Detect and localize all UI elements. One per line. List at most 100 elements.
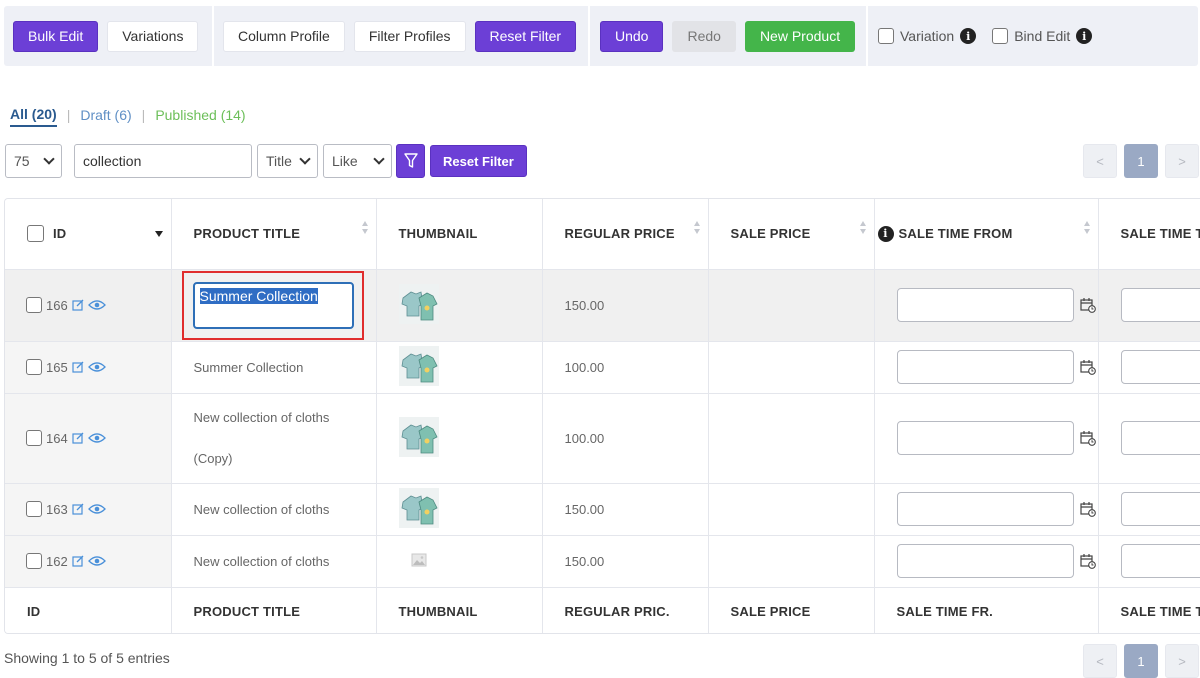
field-select[interactable]: Title: [257, 144, 318, 178]
sale-from-input[interactable]: [896, 492, 1074, 526]
row-checkbox[interactable]: [26, 553, 42, 569]
prev-page-button[interactable]: <: [1083, 644, 1117, 678]
title-cell[interactable]: New collection of cloths: [171, 483, 377, 536]
eye-icon[interactable]: [87, 361, 106, 373]
header-regular-price[interactable]: REGULAR PRICE: [542, 199, 709, 270]
sale-to-input[interactable]: [1120, 350, 1200, 384]
row-checkbox[interactable]: [26, 501, 42, 517]
sort-icon[interactable]: [693, 221, 700, 234]
sale-from-input[interactable]: [896, 288, 1074, 322]
regular-price-cell[interactable]: 100.00: [542, 341, 709, 394]
undo-button[interactable]: Undo: [600, 20, 664, 52]
clothing-thumbnail-icon[interactable]: [398, 416, 439, 457]
bind-edit-checkbox[interactable]: [992, 28, 1009, 44]
thumbnail-cell[interactable]: [376, 483, 543, 536]
table-row[interactable]: 166 Summer Collection 150.00: [5, 269, 1200, 342]
thumbnail-cell[interactable]: [376, 341, 543, 394]
calendar-icon[interactable]: [1079, 553, 1096, 569]
clothing-thumbnail-icon[interactable]: [398, 487, 439, 528]
next-page-button[interactable]: >: [1165, 644, 1199, 678]
regular-price-cell[interactable]: 150.00: [542, 535, 709, 588]
image-placeholder-icon[interactable]: [411, 553, 427, 567]
filter-profiles-button[interactable]: Filter Profiles: [353, 20, 466, 52]
title-edit-input[interactable]: Summer Collection: [192, 281, 354, 329]
regular-price-cell[interactable]: 150.00: [542, 483, 709, 536]
header-id[interactable]: ID: [5, 199, 172, 270]
sale-from-input[interactable]: [896, 421, 1074, 455]
calendar-icon[interactable]: [1079, 359, 1096, 375]
table-row[interactable]: 163 New collection of cloths 150.00: [5, 483, 1200, 536]
bulk-edit-button[interactable]: Bulk Edit: [13, 20, 99, 52]
sort-icon[interactable]: [1083, 221, 1090, 234]
row-checkbox[interactable]: [26, 359, 42, 375]
edit-icon[interactable]: [72, 555, 84, 567]
sort-icon[interactable]: [361, 221, 368, 234]
info-icon[interactable]: i: [877, 225, 894, 242]
header-sale-time-to[interactable]: SALE TIME T: [1098, 199, 1200, 270]
calendar-icon[interactable]: [1079, 501, 1096, 517]
reset-filter-small-button[interactable]: Reset Filter: [430, 145, 527, 177]
thumbnail-cell[interactable]: [376, 535, 543, 588]
row-checkbox[interactable]: [26, 430, 42, 446]
sale-from-input[interactable]: [896, 350, 1074, 384]
select-all-checkbox[interactable]: [27, 225, 44, 243]
info-icon[interactable]: i: [960, 28, 977, 44]
sale-price-cell[interactable]: [708, 393, 875, 484]
redo-button[interactable]: Redo: [672, 20, 736, 52]
thumbnail-cell[interactable]: [376, 393, 543, 484]
variation-checkbox[interactable]: [878, 28, 894, 44]
next-page-button[interactable]: >: [1165, 144, 1199, 178]
page-1-button[interactable]: 1: [1124, 144, 1158, 178]
eye-icon[interactable]: [87, 299, 106, 311]
tab-published[interactable]: Published (14): [155, 107, 245, 126]
sale-to-input[interactable]: [1120, 288, 1200, 322]
regular-price-cell[interactable]: 100.00: [542, 393, 709, 484]
info-icon[interactable]: i: [1076, 28, 1093, 44]
sale-from-input[interactable]: [896, 544, 1074, 578]
table-row[interactable]: 164 New collection of cloths (Copy) 100.…: [5, 393, 1200, 484]
operator-select[interactable]: Like: [323, 144, 392, 178]
sale-price-cell[interactable]: [708, 535, 875, 588]
filter-button[interactable]: [396, 144, 425, 178]
calendar-icon[interactable]: [1079, 430, 1096, 446]
sale-to-input[interactable]: [1120, 544, 1200, 578]
variation-option[interactable]: Variation i: [878, 28, 977, 44]
column-profile-button[interactable]: Column Profile: [223, 20, 345, 52]
bind-edit-option[interactable]: Bind Edit i: [992, 28, 1093, 44]
edit-icon[interactable]: [72, 503, 84, 515]
eye-icon[interactable]: [87, 503, 106, 515]
title-cell[interactable]: Summer Collection: [171, 341, 377, 394]
header-sale-time-from[interactable]: i SALE TIME FROM: [874, 199, 1099, 270]
title-cell[interactable]: New collection of cloths: [171, 535, 377, 588]
search-input[interactable]: [74, 144, 252, 178]
clothing-thumbnail-icon[interactable]: [398, 345, 439, 386]
regular-price-cell[interactable]: 150.00: [542, 269, 709, 342]
eye-icon[interactable]: [87, 432, 106, 444]
tab-all[interactable]: All (20): [10, 106, 57, 127]
sort-desc-icon[interactable]: [154, 231, 163, 237]
table-row[interactable]: 162 New collection of cloths 150.00: [5, 535, 1200, 588]
reset-filter-button[interactable]: Reset Filter: [474, 20, 577, 52]
edit-icon[interactable]: [72, 361, 84, 373]
new-product-button[interactable]: New Product: [744, 20, 856, 52]
sort-icon[interactable]: [859, 221, 866, 234]
tab-draft[interactable]: Draft (6): [80, 107, 131, 126]
sale-price-cell[interactable]: [708, 483, 875, 536]
calendar-icon[interactable]: [1079, 297, 1096, 313]
title-cell[interactable]: New collection of cloths (Copy): [171, 393, 377, 484]
sale-price-cell[interactable]: [708, 341, 875, 394]
thumbnail-cell[interactable]: [376, 269, 543, 342]
variations-button[interactable]: Variations: [107, 20, 199, 52]
header-sale-price[interactable]: SALE PRICE: [708, 199, 875, 270]
sale-to-input[interactable]: [1120, 492, 1200, 526]
sale-to-input[interactable]: [1120, 421, 1200, 455]
clothing-thumbnail-icon[interactable]: [398, 283, 439, 324]
prev-page-button[interactable]: <: [1083, 144, 1117, 178]
header-product-title[interactable]: PRODUCT TITLE: [171, 199, 377, 270]
page-1-button[interactable]: 1: [1124, 644, 1158, 678]
title-cell[interactable]: Summer Collection: [171, 269, 377, 342]
sale-price-cell[interactable]: [708, 269, 875, 342]
per-page-select[interactable]: 75: [5, 144, 62, 178]
row-checkbox[interactable]: [26, 297, 42, 313]
edit-icon[interactable]: [72, 432, 84, 444]
